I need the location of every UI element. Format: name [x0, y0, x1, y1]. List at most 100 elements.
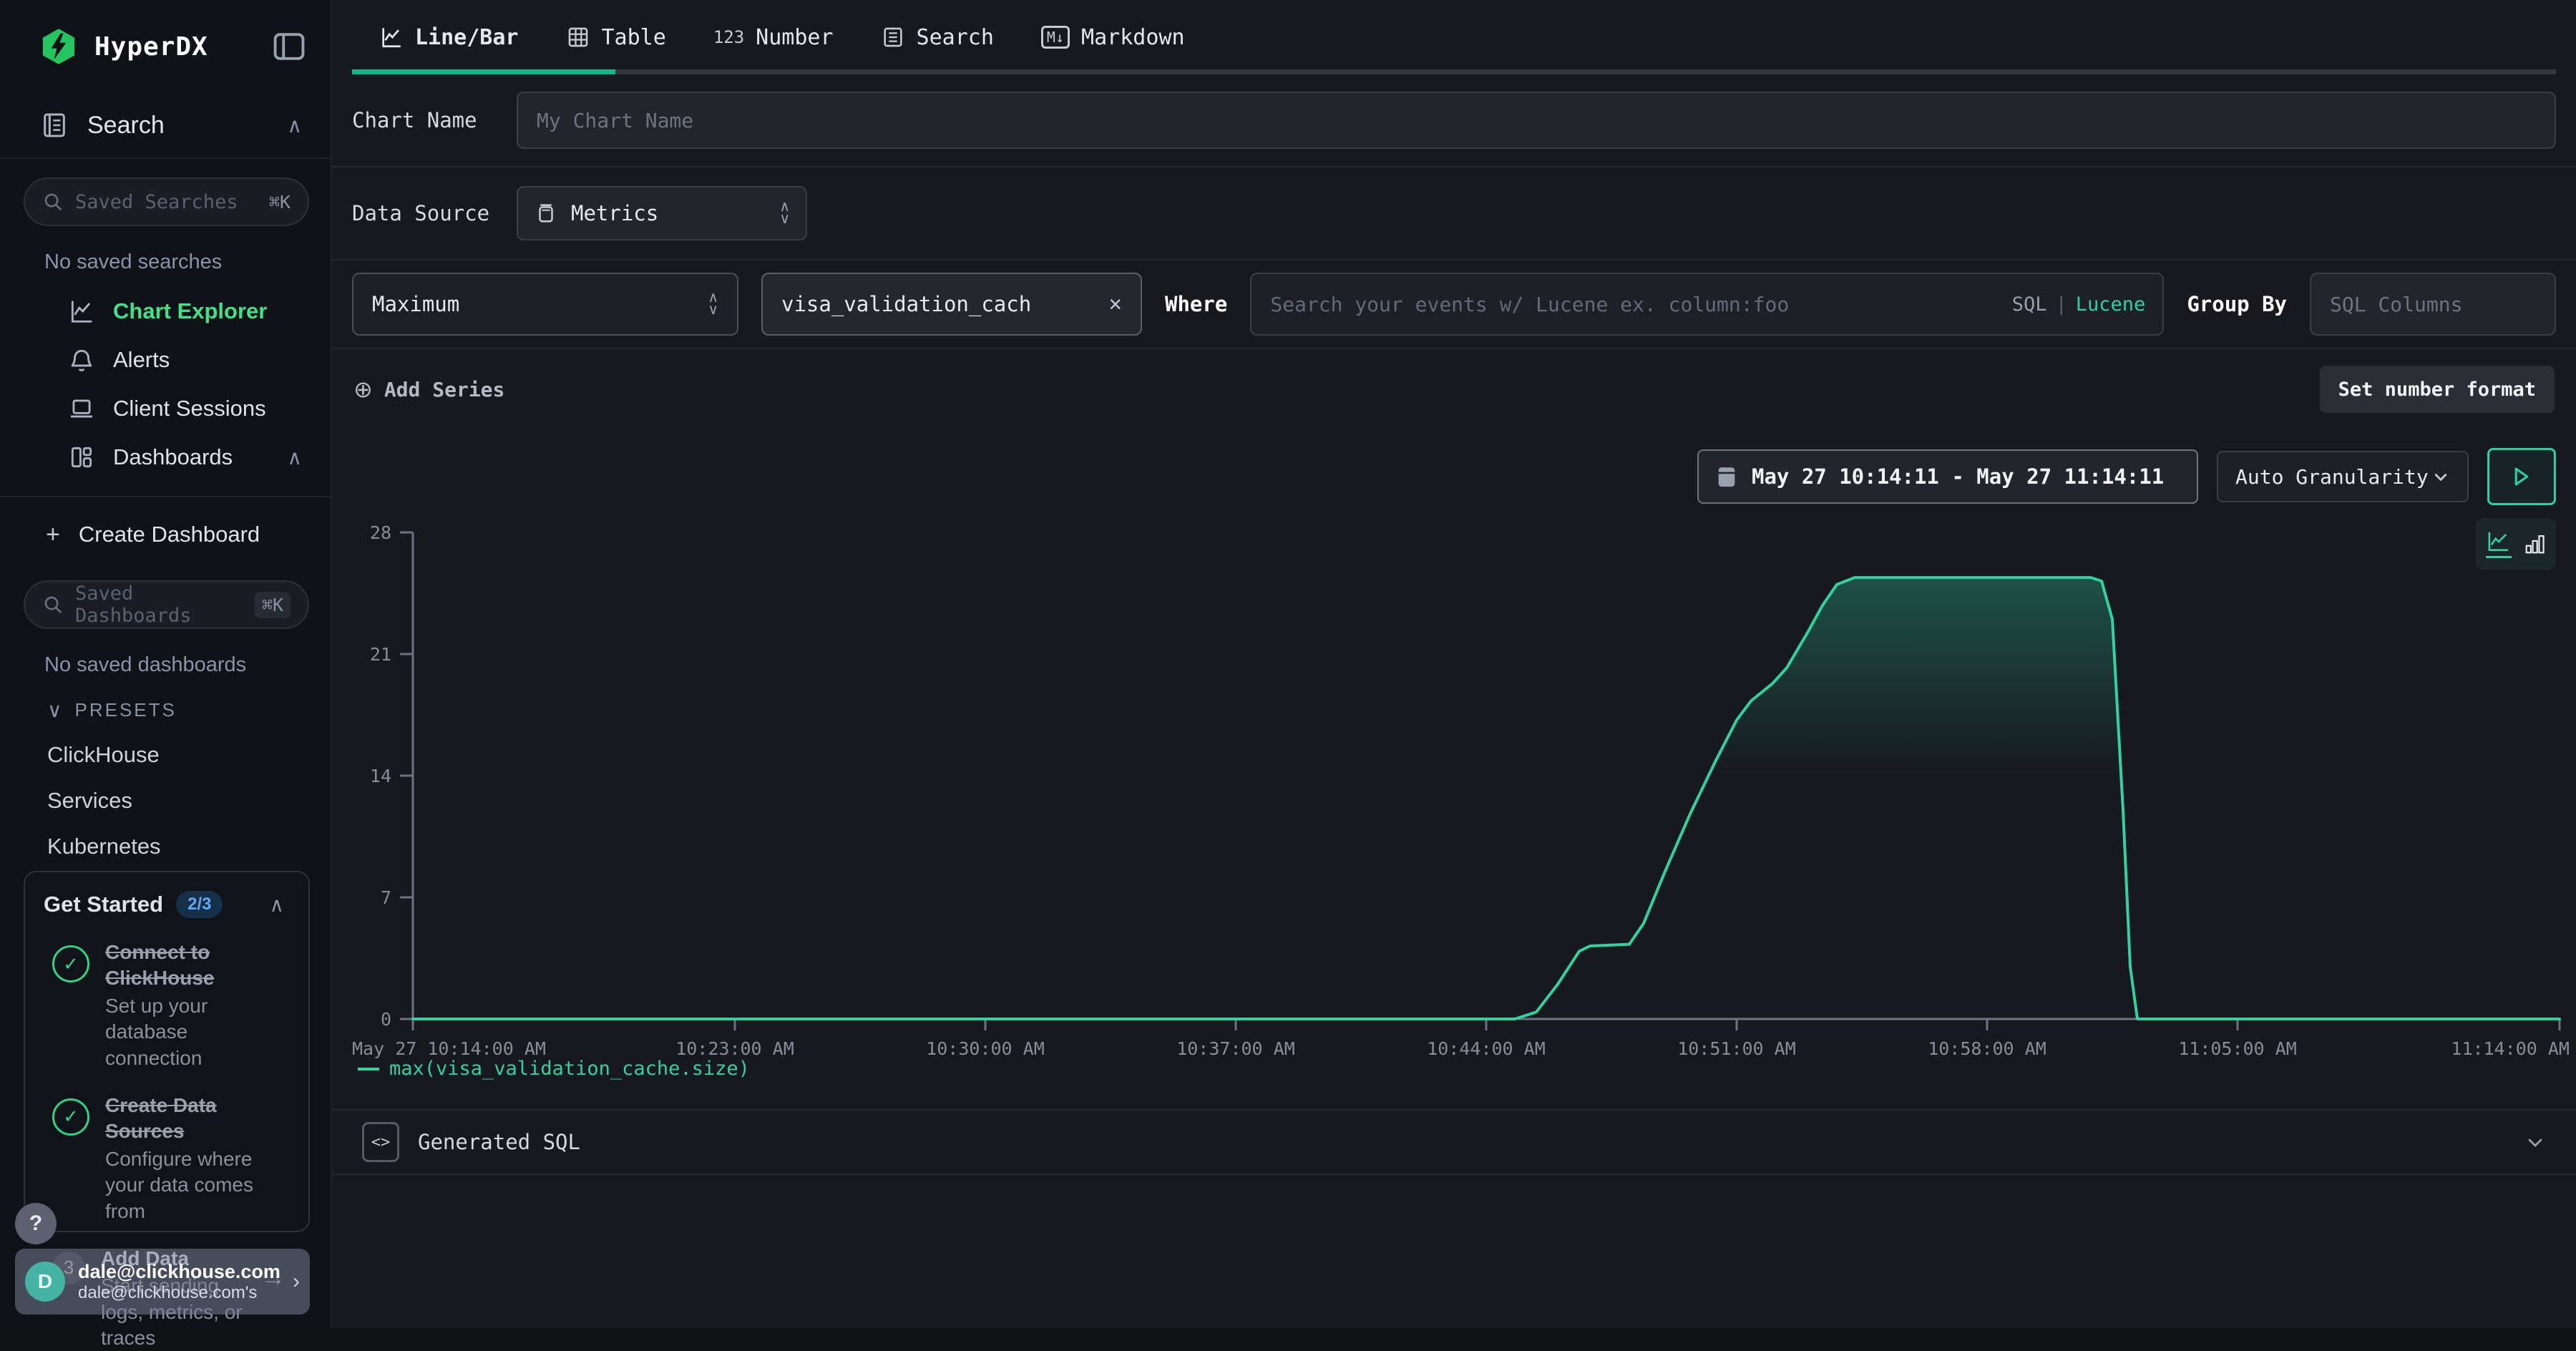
sidebar-collapse-icon[interactable] — [273, 32, 305, 61]
create-dashboard-label: Create Dashboard — [79, 522, 260, 547]
create-dashboard-button[interactable]: + Create Dashboard — [0, 507, 331, 562]
tab-markdown[interactable]: M↓ Markdown — [1041, 25, 1185, 50]
step-desc: Configure where your data comes from — [105, 1146, 290, 1224]
date-range-picker[interactable]: May 27 10:14:11 - May 27 11:14:11 — [1697, 449, 2198, 504]
bar-chart-toggle-icon[interactable] — [2524, 532, 2546, 555]
granularity-select[interactable]: Auto Granularity — [2217, 451, 2469, 502]
metric-chip[interactable]: visa_validation_cach × — [761, 273, 1142, 336]
tab-table[interactable]: Table — [566, 25, 666, 50]
group-by-input[interactable] — [2310, 273, 2556, 336]
sidebar-nav: Chart Explorer Alerts Cl — [0, 287, 331, 482]
add-series-button[interactable]: ⊕ Add Series — [353, 376, 504, 403]
chart-toolbar: May 27 10:14:11 - May 27 11:14:11 Auto G… — [1697, 448, 2556, 505]
avatar: D — [25, 1262, 65, 1302]
generated-sql-label: Generated SQL — [418, 1130, 2524, 1154]
app-title: HyperDX — [94, 32, 273, 62]
preset-item-kubernetes[interactable]: Kubernetes — [0, 834, 331, 859]
legend-line-swatch — [358, 1068, 379, 1070]
tab-line-bar[interactable]: Line/Bar — [379, 25, 519, 50]
chart-name-label: Chart Name — [352, 108, 517, 132]
123-icon: 123 — [713, 27, 744, 47]
set-number-format-button[interactable]: Set number format — [2320, 366, 2555, 413]
svg-text:21: 21 — [370, 644, 391, 665]
chevron-down-icon[interactable] — [2524, 1131, 2546, 1153]
nav-label: Dashboards — [113, 444, 288, 470]
where-search-box: SQL | Lucene — [1250, 273, 2164, 336]
tab-search[interactable]: Search — [881, 25, 994, 50]
logo-row: HyperDX — [0, 0, 331, 93]
group-by-label: Group By — [2187, 292, 2287, 316]
svg-text:14: 14 — [370, 766, 391, 786]
markdown-icon: M↓ — [1041, 26, 1070, 49]
step-desc: Set up your database connection — [105, 993, 290, 1071]
saved-dashboards-shortcut: ⌘K — [255, 592, 291, 618]
chart-section: May 27 10:14:11 - May 27 11:14:11 Auto G… — [332, 429, 2576, 1109]
line-chart-toggle-icon[interactable] — [2486, 530, 2512, 558]
get-started-step-connect[interactable]: ✓ Connect to ClickHouse Set up your data… — [44, 940, 290, 1071]
svg-text:11:05:00 AM: 11:05:00 AM — [2178, 1038, 2297, 1059]
chevron-updown-icon: ∧∨ — [708, 292, 718, 316]
saved-dashboards-placeholder: Saved Dashboards — [75, 582, 255, 627]
tab-label: Search — [917, 25, 994, 50]
run-query-button[interactable] — [2487, 448, 2556, 505]
sidebar-item-alerts[interactable]: Alerts — [0, 336, 331, 384]
data-source-select[interactable]: Metrics ∧∨ — [517, 186, 807, 240]
get-started-title: Get Started — [44, 892, 163, 917]
step-title: Connect to ClickHouse — [105, 940, 290, 992]
sidebar-item-search[interactable]: Search ∧ — [0, 93, 331, 159]
granularity-value: Auto Granularity — [2235, 465, 2431, 489]
help-button[interactable]: ? — [15, 1203, 57, 1244]
chart-name-input[interactable] — [517, 92, 2556, 149]
svg-text:0: 0 — [381, 1009, 391, 1030]
divider — [0, 496, 331, 497]
close-icon[interactable]: × — [1108, 291, 1122, 318]
check-circle-icon: ✓ — [52, 1098, 89, 1136]
data-source-label: Data Source — [352, 201, 517, 225]
main-content: Line/Bar Table 123 Number — [332, 0, 2576, 1328]
generated-sql-row[interactable]: <> Generated SQL — [332, 1109, 2576, 1175]
query-language-toggle: SQL | Lucene — [2012, 293, 2146, 316]
saved-searches-input[interactable]: Saved Searches ⌘K — [24, 177, 309, 226]
no-saved-searches-text: No saved searches — [44, 250, 331, 274]
chevron-down-icon: ∨ — [47, 698, 62, 722]
data-source-value: Metrics — [571, 201, 779, 225]
tab-number[interactable]: 123 Number — [713, 25, 834, 50]
presets-label: PRESETS — [75, 699, 177, 721]
sidebar-item-chart-explorer[interactable]: Chart Explorer — [0, 287, 331, 336]
date-range-value: May 27 10:14:11 - May 27 11:14:11 — [1752, 464, 2164, 489]
nav-label: Client Sessions — [113, 396, 331, 421]
presets-header[interactable]: ∨ PRESETS — [0, 698, 331, 722]
chart-svg[interactable]: 07142128May 27 10:14:00 AM10:23:00 AM10:… — [352, 522, 2576, 1095]
preset-item-clickhouse[interactable]: ClickHouse — [0, 742, 331, 768]
chevron-up-icon[interactable]: ∧ — [270, 893, 285, 917]
saved-dashboards-input[interactable]: Saved Dashboards ⌘K — [24, 580, 309, 629]
preset-item-services[interactable]: Services — [0, 788, 331, 814]
chevron-updown-icon: ∧∨ — [779, 201, 790, 225]
hyperdx-logo-icon — [40, 28, 77, 65]
svg-text:10:44:00 AM: 10:44:00 AM — [1427, 1038, 1546, 1059]
svg-text:10:37:00 AM: 10:37:00 AM — [1176, 1038, 1295, 1059]
aggregation-select[interactable]: Maximum ∧∨ — [352, 273, 738, 336]
chevron-up-icon[interactable]: ∧ — [288, 114, 303, 137]
plus-circle-icon: ⊕ — [353, 376, 373, 403]
chart-line-icon — [379, 25, 404, 49]
active-tab-indicator — [352, 69, 615, 74]
separator: | — [2056, 293, 2067, 316]
plus-icon: + — [46, 521, 60, 549]
get-started-step-datasources[interactable]: ✓ Create Data Sources Configure where yo… — [44, 1093, 290, 1224]
code-icon: <> — [362, 1122, 399, 1162]
lucene-mode-button[interactable]: Lucene — [2076, 293, 2146, 316]
sidebar-item-client-sessions[interactable]: Client Sessions — [0, 384, 331, 433]
chevron-up-icon[interactable]: ∧ — [288, 446, 303, 469]
search-section-label: Search — [87, 112, 288, 140]
where-input[interactable] — [1269, 292, 1997, 317]
sidebar-item-dashboards[interactable]: Dashboards ∧ — [0, 433, 331, 482]
tab-label: Number — [756, 25, 833, 50]
chart-line-icon — [67, 297, 96, 326]
get-started-header[interactable]: Get Started 2/3 ∧ — [44, 891, 290, 918]
chart-type-tabbar: Line/Bar Table 123 Number — [332, 0, 2576, 74]
search-icon — [42, 191, 64, 213]
user-menu[interactable]: D dale@clickhouse.com dale@clickhouse.co… — [15, 1249, 310, 1315]
sql-mode-button[interactable]: SQL — [2012, 293, 2047, 316]
database-icon — [534, 201, 558, 225]
